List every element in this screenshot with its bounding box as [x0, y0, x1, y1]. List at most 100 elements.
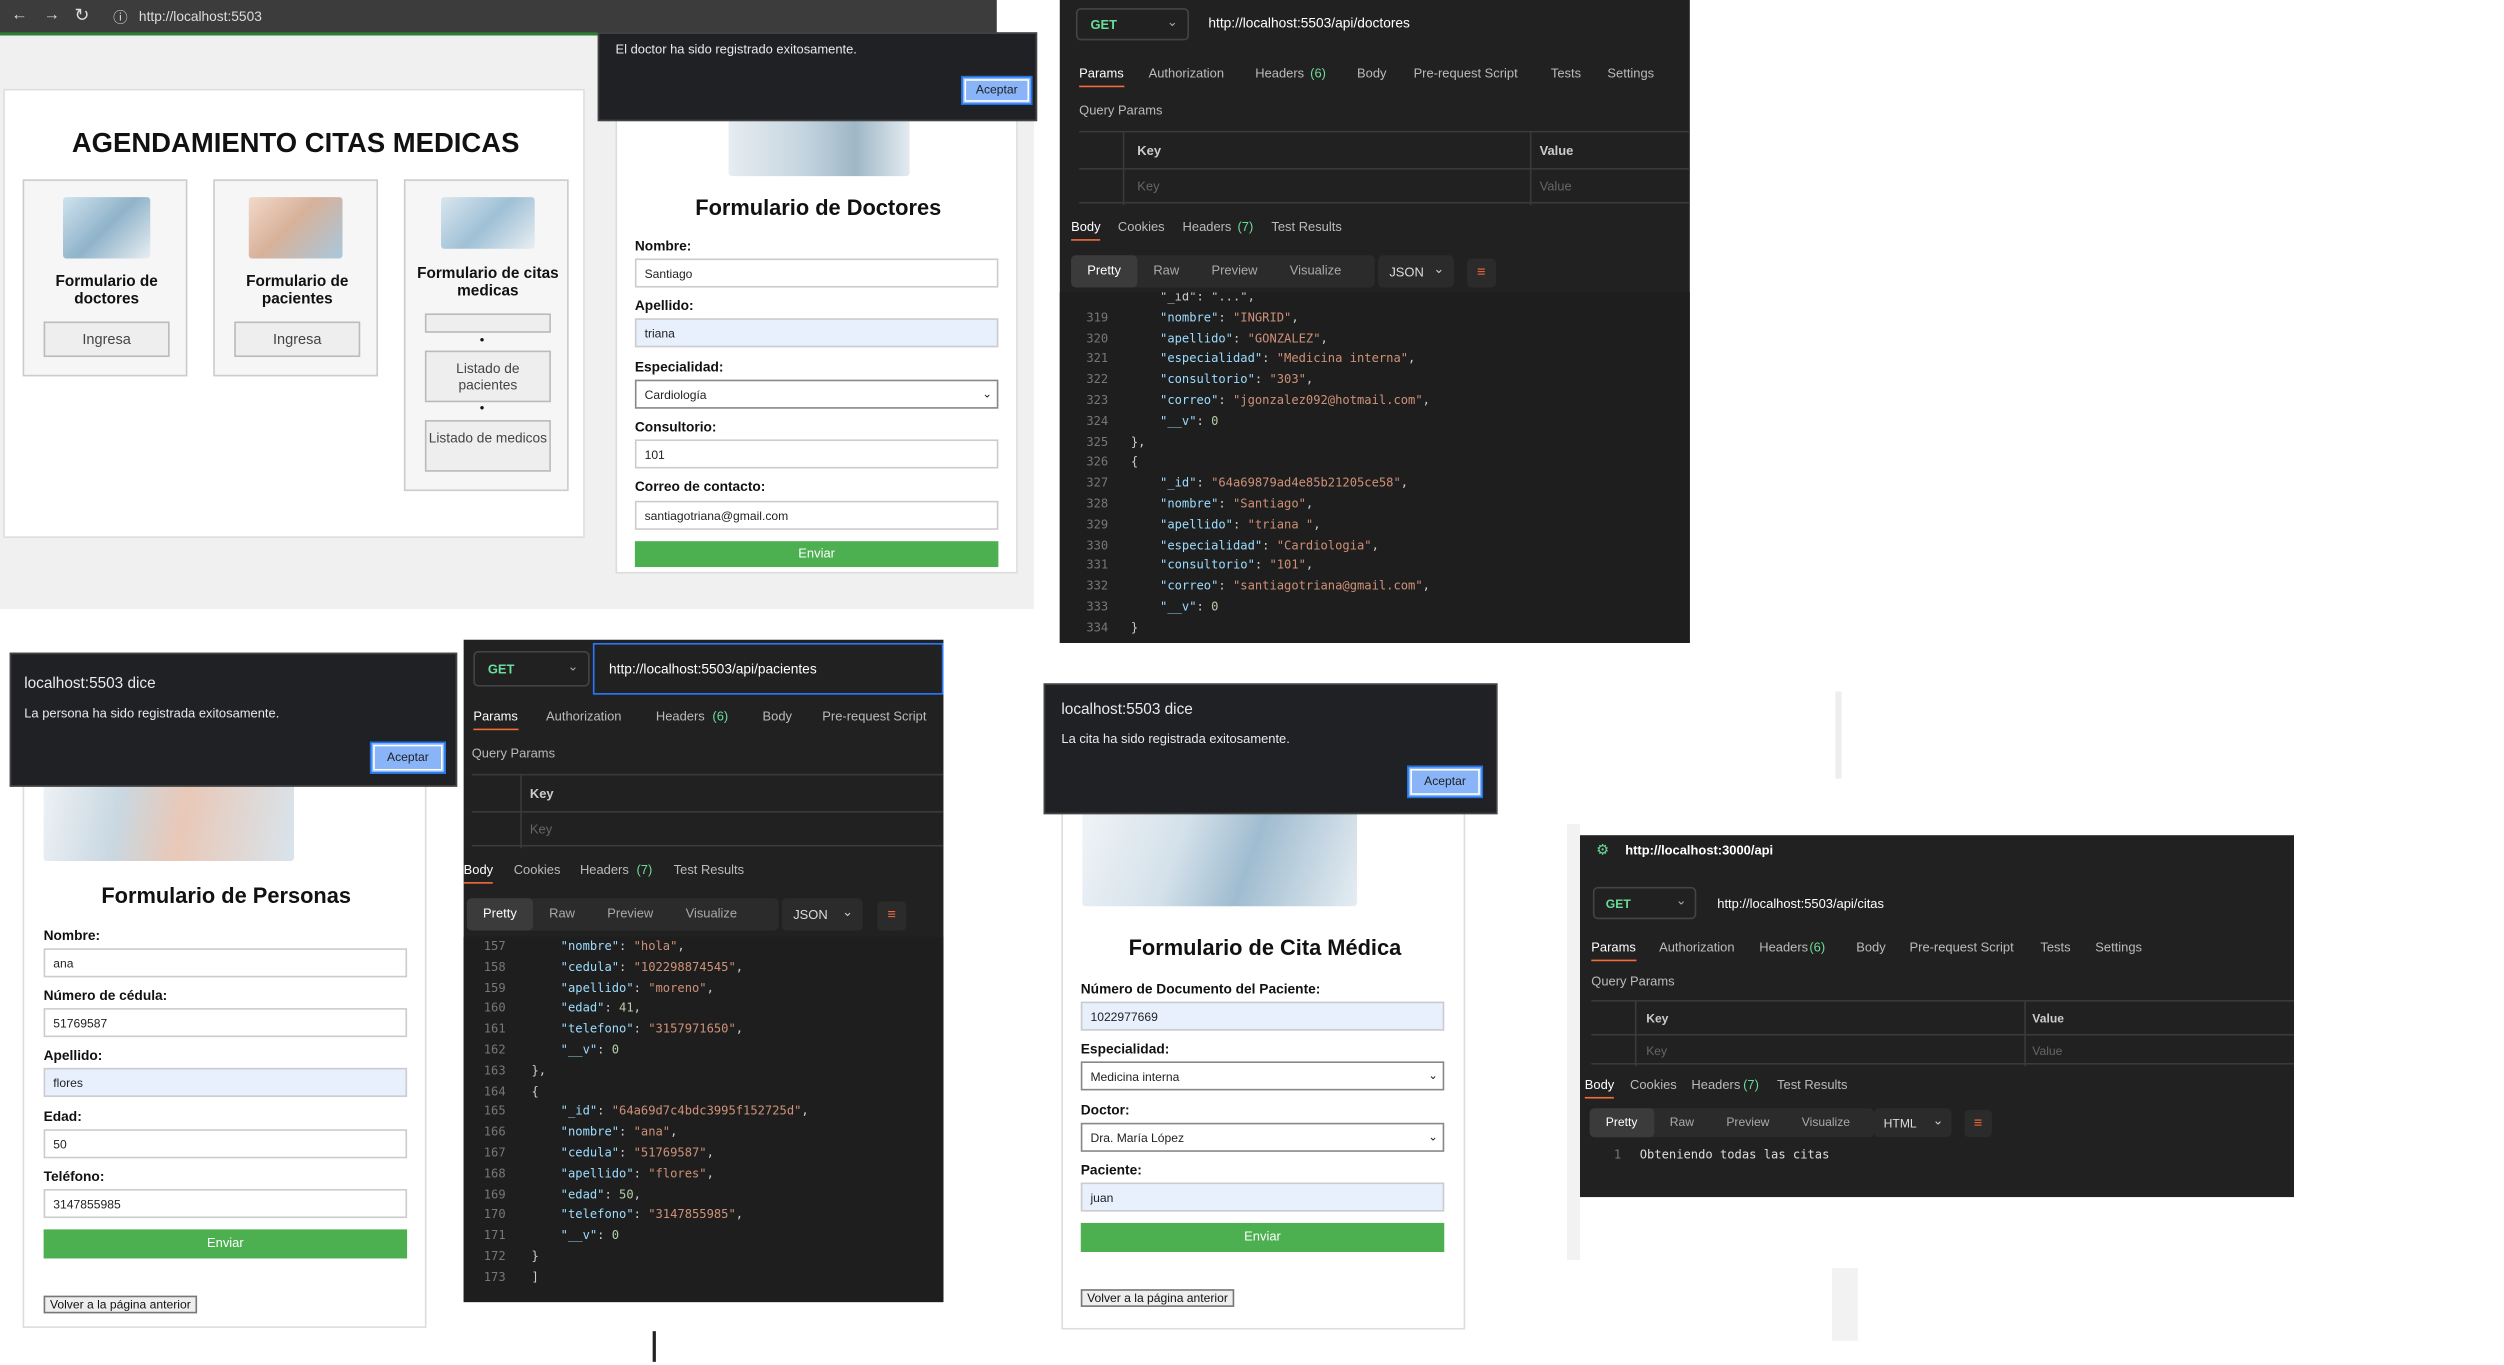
- doctor-enviar-button[interactable]: Enviar: [634, 541, 999, 568]
- resp-tab-headers[interactable]: Headers: [1691, 1078, 1740, 1093]
- tab-authorization[interactable]: Authorization: [1659, 940, 1734, 955]
- view-visualize[interactable]: Visualize: [669, 898, 753, 930]
- view-preview[interactable]: Preview: [1195, 255, 1273, 287]
- alert-accept-button[interactable]: Aceptar: [369, 741, 446, 774]
- view-visualize[interactable]: Visualize: [1786, 1108, 1867, 1137]
- ingresa-doctores-button[interactable]: Ingresa: [43, 321, 170, 358]
- view-pretty[interactable]: Pretty: [1071, 255, 1138, 288]
- view-raw[interactable]: Raw: [533, 898, 591, 930]
- resp-tab-test-results[interactable]: Test Results: [674, 863, 744, 878]
- value-header: Value: [2032, 1011, 2064, 1026]
- alert-accept-button[interactable]: Aceptar: [1407, 765, 1484, 799]
- tab-tests[interactable]: Tests: [2040, 940, 2070, 955]
- wrap-icon[interactable]: ≡: [1964, 1109, 1992, 1138]
- method-select[interactable]: GET ⌄: [1592, 886, 1697, 920]
- key-input[interactable]: Key: [1646, 1044, 1667, 1059]
- person-back-button[interactable]: Volver a la página anterior: [43, 1295, 198, 1314]
- doctor-apellido-input[interactable]: triana: [634, 318, 999, 348]
- key-input[interactable]: Key: [530, 822, 552, 837]
- resp-tab-body[interactable]: Body: [1071, 220, 1101, 241]
- resp-tab-body[interactable]: Body: [463, 863, 494, 884]
- view-pretty[interactable]: Pretty: [1589, 1108, 1654, 1138]
- view-raw[interactable]: Raw: [1654, 1108, 1711, 1137]
- cita-back-button[interactable]: Volver a la página anterior: [1080, 1289, 1235, 1307]
- card-doctores: Formulario de doctores Ingresa: [22, 179, 188, 377]
- view-raw[interactable]: Raw: [1137, 255, 1195, 287]
- tab-body[interactable]: Body: [763, 709, 792, 724]
- address-bar[interactable]: http://localhost:5503: [139, 8, 262, 24]
- format-select[interactable]: JSON ⌄: [781, 898, 863, 931]
- doctor-nombre-input[interactable]: Santiago: [634, 258, 999, 288]
- view-pretty[interactable]: Pretty: [466, 898, 533, 931]
- tab-authorization[interactable]: Authorization: [546, 709, 621, 724]
- tab-tests[interactable]: Tests: [1551, 66, 1581, 81]
- resp-tab-headers[interactable]: Headers: [580, 863, 629, 878]
- view-preview[interactable]: Preview: [591, 898, 669, 930]
- tab-prerequest[interactable]: Pre-request Script: [1414, 66, 1518, 81]
- value-input[interactable]: Value: [1540, 179, 1572, 194]
- view-mode-group: Pretty Raw Preview Visualize: [1071, 255, 1375, 288]
- listado-pacientes-button[interactable]: Listado de pacientes: [424, 350, 551, 403]
- cita-especialidad-select[interactable]: Medicina interna ⌄: [1080, 1061, 1445, 1091]
- reload-icon[interactable]: ↻: [74, 5, 89, 25]
- cita-paciente-input[interactable]: juan: [1080, 1182, 1445, 1212]
- resp-tab-test-results[interactable]: Test Results: [1777, 1078, 1847, 1093]
- chevron-down-icon: ⌄: [1433, 261, 1445, 277]
- method-select[interactable]: GET ⌄: [1075, 8, 1190, 41]
- back-icon[interactable]: ←: [11, 6, 27, 24]
- cita-doctor-select[interactable]: Dra. María López ⌄: [1080, 1122, 1445, 1152]
- tab-headers[interactable]: Headers: [1759, 940, 1808, 955]
- resp-tab-cookies[interactable]: Cookies: [1118, 220, 1165, 235]
- url-input[interactable]: http://localhost:5503/api/doctores: [1208, 15, 1410, 31]
- home-container: AGENDAMIENTO CITAS MEDICAS Formulario de…: [3, 88, 585, 538]
- key-input[interactable]: Key: [1137, 179, 1159, 194]
- alert-accept-button[interactable]: Aceptar: [961, 75, 1033, 106]
- tab-authorization[interactable]: Authorization: [1149, 66, 1224, 81]
- tab-headers[interactable]: Headers: [1255, 66, 1304, 81]
- cita-documento-input[interactable]: 1022977669: [1080, 1001, 1445, 1031]
- view-visualize[interactable]: Visualize: [1274, 255, 1358, 287]
- tab-settings[interactable]: Settings: [1607, 66, 1654, 81]
- tab-body[interactable]: Body: [1856, 940, 1885, 955]
- method-select[interactable]: GET ⌄: [473, 651, 590, 687]
- wrap-icon[interactable]: ≡: [877, 901, 907, 931]
- url-input[interactable]: http://localhost:5503/api/pacientes: [592, 642, 944, 695]
- tab-params[interactable]: Params: [1079, 66, 1124, 88]
- person-telefono-input[interactable]: 3147855985: [43, 1189, 408, 1219]
- resp-tab-cookies[interactable]: Cookies: [514, 863, 561, 878]
- person-nombre-input[interactable]: ana: [43, 948, 408, 978]
- person-cedula-input[interactable]: 51769587: [43, 1008, 408, 1038]
- url-input[interactable]: http://localhost:5503/api/citas: [1717, 897, 1884, 912]
- doctor-correo-input[interactable]: santiagotriana@gmail.com: [634, 500, 999, 530]
- listado-medicos-button[interactable]: Listado de medicos: [424, 420, 551, 472]
- person-enviar-button[interactable]: Enviar: [43, 1229, 408, 1259]
- params-table: Key Value Key Value: [1079, 130, 1690, 206]
- resp-tab-test-results[interactable]: Test Results: [1271, 220, 1341, 235]
- tab-settings[interactable]: Settings: [2095, 940, 2142, 955]
- query-params-label: Query Params: [1079, 103, 1163, 118]
- format-select[interactable]: JSON ⌄: [1378, 255, 1454, 288]
- tab-headers[interactable]: Headers: [656, 709, 705, 724]
- empty-button[interactable]: [424, 313, 551, 333]
- person-apellido-input[interactable]: flores: [43, 1067, 408, 1097]
- format-select[interactable]: HTML ⌄: [1873, 1108, 1952, 1138]
- doctor-consultorio-input[interactable]: 101: [634, 439, 999, 469]
- method-label: GET: [1090, 17, 1118, 33]
- person-edad-input[interactable]: 50: [43, 1129, 408, 1159]
- cita-enviar-button[interactable]: Enviar: [1080, 1222, 1445, 1253]
- tab-params[interactable]: Params: [473, 709, 518, 731]
- tab-prerequest[interactable]: Pre-request Script: [1910, 940, 2014, 955]
- value-input[interactable]: Value: [2032, 1044, 2062, 1059]
- view-preview[interactable]: Preview: [1710, 1108, 1785, 1137]
- label-doctor: Doctor:: [1080, 1101, 1130, 1118]
- forward-icon[interactable]: →: [44, 6, 60, 24]
- tab-params[interactable]: Params: [1591, 940, 1636, 962]
- doctor-especialidad-select[interactable]: Cardiología ⌄: [634, 379, 999, 409]
- resp-tab-cookies[interactable]: Cookies: [1630, 1078, 1677, 1093]
- resp-tab-headers[interactable]: Headers: [1183, 220, 1232, 235]
- ingresa-pacientes-button[interactable]: Ingresa: [234, 321, 361, 358]
- resp-tab-body[interactable]: Body: [1584, 1078, 1615, 1099]
- tab-prerequest[interactable]: Pre-request Script: [822, 709, 926, 724]
- tab-body[interactable]: Body: [1357, 66, 1386, 81]
- wrap-icon[interactable]: ≡: [1466, 258, 1496, 288]
